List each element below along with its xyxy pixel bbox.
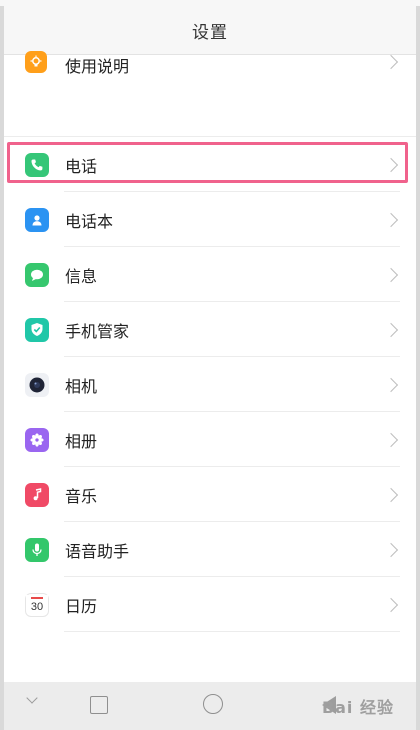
settings-item-contacts[interactable]: 电话本 (4, 192, 416, 247)
settings-item-phone[interactable]: 电话 (4, 137, 416, 192)
calendar-day: 30 (30, 601, 44, 613)
settings-item-label: 语音助手 (65, 541, 130, 561)
chevron-right-icon (383, 322, 399, 337)
shield-check-icon (25, 317, 49, 342)
chevron-right-icon (383, 267, 399, 282)
gallery-icon (25, 427, 49, 452)
settings-item-voice-assistant[interactable]: 语音助手 (4, 522, 416, 577)
phone-icon (25, 152, 49, 177)
settings-item-label: 电话本 (65, 211, 114, 231)
settings-item-calendar[interactable]: 30 日历 (4, 577, 416, 632)
microphone-icon (25, 537, 49, 562)
chevron-right-icon (383, 542, 399, 557)
settings-item-label: 使用说明 (65, 57, 130, 76)
settings-item-label: 手机管家 (65, 321, 130, 341)
calendar-icon: 30 (25, 592, 49, 617)
settings-item-label: 相册 (65, 431, 98, 451)
chevron-right-icon (383, 487, 399, 502)
watermark: Bai 经验 (321, 698, 394, 717)
contacts-icon (25, 207, 49, 232)
navigation-bar: Bai 经验 (4, 682, 416, 730)
settings-item-instructions[interactable]: 使用说明 (4, 51, 416, 76)
right-frame-edge (416, 0, 420, 730)
section-gap (4, 75, 416, 137)
settings-item-music[interactable]: 音乐 (4, 467, 416, 522)
chevron-down-icon[interactable] (26, 692, 38, 704)
page-title: 设置 (192, 22, 228, 43)
camera-icon (25, 372, 49, 397)
settings-item-gallery[interactable]: 相册 (4, 412, 416, 467)
chevron-right-icon (383, 432, 399, 447)
settings-item-messages[interactable]: 信息 (4, 247, 416, 302)
chevron-right-icon (383, 157, 399, 172)
settings-item-label: 信息 (65, 266, 98, 286)
chevron-right-icon (383, 597, 399, 612)
message-icon (25, 262, 49, 287)
chevron-right-icon (383, 54, 399, 70)
divider (64, 631, 400, 632)
settings-item-label: 音乐 (65, 486, 98, 506)
recent-apps-button[interactable] (90, 696, 108, 714)
settings-item-label: 电话 (65, 156, 98, 176)
chevron-right-icon (383, 212, 399, 227)
music-icon (25, 482, 49, 507)
settings-item-label: 日历 (65, 596, 98, 616)
settings-item-phone-manager[interactable]: 手机管家 (4, 302, 416, 357)
lightbulb-icon (25, 51, 47, 73)
home-button[interactable] (203, 694, 223, 714)
settings-item-camera[interactable]: 相机 (4, 357, 416, 412)
settings-list: 使用说明 电话 电话本 信息 手机管家 相机 相册 音乐 语音助手 30 日历 (4, 51, 416, 632)
settings-item-label: 相机 (65, 376, 98, 396)
chevron-right-icon (383, 377, 399, 392)
title-bar: 设置 (4, 6, 416, 55)
